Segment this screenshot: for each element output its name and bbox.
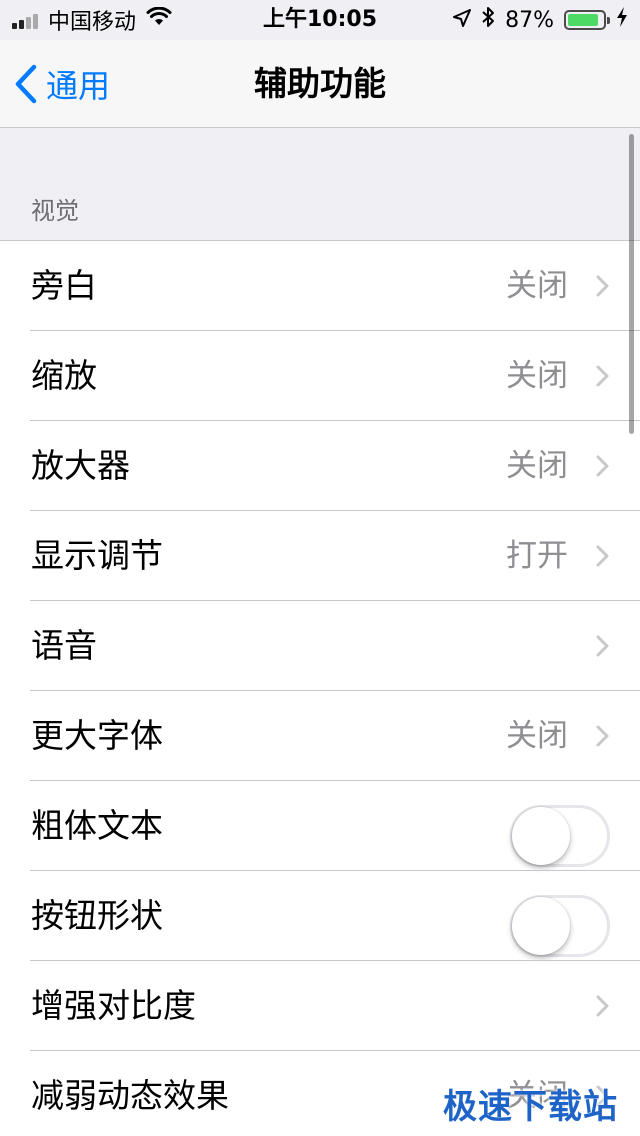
chevron-left-icon — [15, 64, 37, 104]
watermark-logo: 极速下载站 — [443, 1087, 618, 1127]
settings-row[interactable]: 旁白 关闭 — [0, 241, 640, 331]
settings-row[interactable]: 更大字体 关闭 — [0, 691, 640, 781]
row-label: 按钮形状 — [31, 896, 163, 935]
toggle-knob — [512, 897, 570, 955]
battery-icon — [564, 10, 610, 30]
row-value: 关闭 — [506, 448, 568, 484]
toggle-switch[interactable] — [510, 805, 610, 867]
row-value: 关闭 — [506, 268, 568, 304]
settings-row[interactable]: 放大器 关闭 — [0, 421, 640, 511]
status-bar: 中国移动 上午10:05 87% — [0, 0, 640, 40]
row-value: 关闭 — [506, 718, 568, 754]
row-label: 减弱动态效果 — [31, 1076, 229, 1115]
toggle-switch[interactable] — [510, 895, 610, 957]
row-label: 显示调节 — [31, 536, 163, 575]
status-right: 87% — [453, 0, 628, 40]
location-icon — [453, 8, 472, 33]
chevron-right-icon — [596, 365, 610, 387]
row-label: 旁白 — [31, 266, 97, 305]
row-label: 更大字体 — [31, 716, 163, 755]
toggle-knob — [512, 807, 570, 865]
row-value: 关闭 — [506, 358, 568, 394]
settings-row[interactable]: 增强对比度 — [0, 961, 640, 1051]
settings-row[interactable]: 按钮形状 — [0, 871, 640, 961]
row-label: 增强对比度 — [31, 986, 196, 1025]
battery-percent: 87% — [505, 7, 554, 33]
chevron-right-icon — [596, 275, 610, 297]
settings-row[interactable]: 缩放 关闭 — [0, 331, 640, 421]
chevron-right-icon — [596, 995, 610, 1017]
back-button[interactable]: 通用 — [14, 40, 110, 128]
chevron-right-icon — [596, 635, 610, 657]
navigation-bar: 通用 辅助功能 — [0, 40, 640, 128]
row-label: 放大器 — [31, 446, 130, 485]
chevron-right-icon — [596, 725, 610, 747]
settings-list: 旁白 关闭 缩放 关闭 放大器 关闭 显示调节 打开 语音 更大字体 关闭 粗体文本 按钮形状 增强对比度… — [0, 240, 640, 1136]
scroll-indicator[interactable] — [629, 134, 634, 434]
settings-row[interactable]: 语音 — [0, 601, 640, 691]
section-header-label: 视觉 — [31, 197, 79, 225]
settings-row[interactable]: 粗体文本 — [0, 781, 640, 871]
settings-content[interactable]: 视觉 旁白 关闭 缩放 关闭 放大器 关闭 显示调节 打开 语音 更大字体 关闭 粗体文本 按钮形状 增强… — [0, 128, 640, 1136]
chevron-right-icon — [596, 545, 610, 567]
battery-level-fill — [568, 14, 598, 26]
charging-icon — [616, 7, 628, 33]
settings-row[interactable]: 显示调节 打开 — [0, 511, 640, 601]
back-button-label: 通用 — [46, 67, 111, 105]
row-label: 语音 — [31, 626, 97, 665]
section-header: 视觉 — [0, 128, 640, 240]
bluetooth-icon — [481, 6, 495, 34]
chevron-right-icon — [596, 455, 610, 477]
row-label: 缩放 — [31, 356, 97, 395]
row-value: 打开 — [506, 538, 568, 574]
battery-tip — [607, 17, 610, 24]
row-label: 粗体文本 — [31, 806, 163, 845]
